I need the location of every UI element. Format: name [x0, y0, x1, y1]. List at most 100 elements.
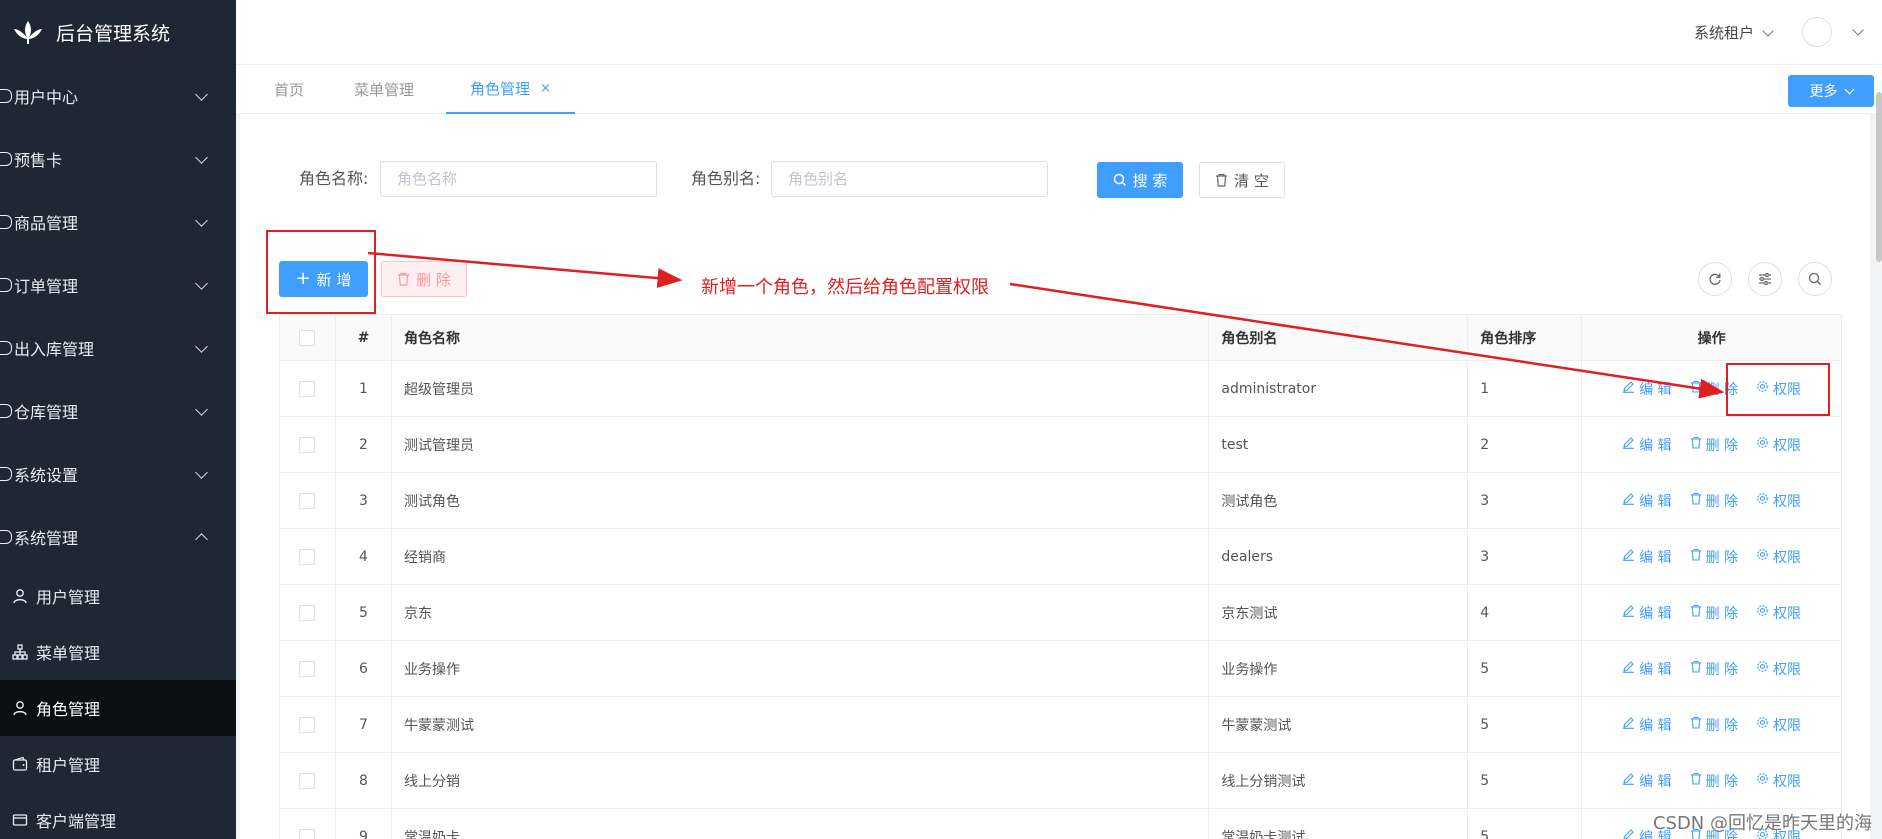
sidebar-subitem[interactable]: 租户管理	[0, 736, 236, 792]
row-select[interactable]	[280, 585, 336, 640]
sidebar-item-label: 出入库管理	[14, 339, 95, 359]
header-select-all[interactable]	[280, 315, 336, 360]
sidebar-item[interactable]: 系统设置	[0, 442, 236, 505]
tab-label: 菜单管理	[354, 81, 415, 99]
close-icon[interactable]: ×	[540, 81, 551, 96]
role-name-label: 角色名称:	[299, 169, 369, 188]
role-name-input[interactable]: 角色名称	[380, 161, 657, 197]
delete-button[interactable]: 删 除	[1690, 547, 1738, 567]
checkbox[interactable]	[299, 772, 316, 789]
edit-button[interactable]: 编 辑	[1622, 435, 1672, 455]
sidebar-item-label: 用户中心	[14, 87, 79, 107]
clear-button[interactable]: 清 空	[1199, 162, 1285, 198]
row-select[interactable]	[280, 697, 336, 752]
checkbox[interactable]	[299, 716, 316, 733]
permission-button[interactable]: 权限	[1756, 715, 1801, 735]
delete-button[interactable]: 删 除	[1690, 715, 1738, 735]
checkbox[interactable]	[299, 492, 316, 509]
checkbox[interactable]	[299, 548, 316, 565]
permission-button[interactable]: 权限	[1756, 659, 1801, 679]
sidebar-subitem[interactable]: 用户管理	[0, 568, 236, 624]
permission-button[interactable]: 权限	[1756, 491, 1801, 511]
menu-icon	[0, 214, 12, 229]
row-role-alias: 业务操作	[1209, 641, 1469, 696]
page-scrollbar[interactable]	[1876, 92, 1882, 262]
menu-icon	[0, 340, 12, 355]
edit-button[interactable]: 编 辑	[1622, 547, 1672, 567]
tab-role-management[interactable]: 角色管理 ×	[446, 65, 575, 114]
row-select[interactable]	[280, 417, 336, 472]
delete-label: 删 除	[1705, 605, 1739, 622]
row-select[interactable]	[280, 641, 336, 696]
sidebar-subitem[interactable]: 菜单管理	[0, 624, 236, 680]
sidebar-item[interactable]: 系统管理	[0, 505, 236, 568]
avatar[interactable]	[1802, 17, 1832, 47]
sidebar-subitem[interactable]: 角色管理	[0, 680, 236, 736]
tab-home[interactable]: 首页	[274, 65, 304, 114]
sidebar-item[interactable]: 用户中心	[0, 64, 236, 127]
delete-button[interactable]: 删 除	[1690, 771, 1738, 791]
edit-button[interactable]: 编 辑	[1622, 603, 1672, 623]
user-icon	[12, 700, 28, 716]
row-role-alias: test	[1209, 417, 1469, 472]
edit-icon	[1622, 436, 1635, 453]
refresh-button[interactable]	[1698, 262, 1732, 296]
sidebar-subitem[interactable]: 客户端管理	[0, 792, 236, 839]
checkbox[interactable]	[299, 660, 316, 677]
row-index: 4	[336, 529, 392, 584]
trash-icon	[1690, 380, 1702, 397]
annotation-text: 新增一个角色，然后给角色配置权限	[701, 277, 989, 298]
delete-button[interactable]: 删 除	[1690, 435, 1738, 455]
permission-button[interactable]: 权限	[1756, 547, 1801, 567]
batch-delete-button[interactable]: 删 除	[381, 261, 467, 297]
tab-menu-management[interactable]: 菜单管理	[354, 65, 414, 114]
sidebar-item[interactable]: 仓库管理	[0, 379, 236, 442]
chevron-down-icon	[195, 277, 208, 290]
edit-button[interactable]: 编 辑	[1622, 715, 1672, 735]
row-select[interactable]	[280, 361, 336, 416]
row-select[interactable]	[280, 529, 336, 584]
trash-icon	[1690, 604, 1702, 621]
permission-button[interactable]: 权限	[1756, 771, 1801, 791]
checkbox[interactable]	[299, 828, 316, 839]
sidebar-item[interactable]: 订单管理	[0, 253, 236, 316]
row-select[interactable]	[280, 753, 336, 808]
edit-label: 编 辑	[1639, 661, 1672, 678]
sidebar-item[interactable]: 预售卡	[0, 127, 236, 190]
trash-icon	[1216, 173, 1228, 187]
role-alias-input[interactable]: 角色别名	[771, 161, 1048, 197]
delete-button[interactable]: 删 除	[1690, 491, 1738, 511]
table-row: 6 业务操作 业务操作 5 编 辑删 除权限	[280, 641, 1842, 697]
checkbox[interactable]	[299, 604, 316, 621]
gear-icon	[1756, 716, 1769, 733]
trash-icon	[1690, 436, 1702, 453]
more-button[interactable]: 更多	[1788, 75, 1874, 107]
sidebar-item[interactable]: 出入库管理	[0, 316, 236, 379]
checkbox[interactable]	[299, 329, 316, 346]
logo[interactable]: 后台管理系统	[0, 0, 236, 64]
table-row: 4 经销商 dealers 3 编 辑 删 除 权限	[280, 529, 1842, 585]
gear-icon	[1756, 548, 1769, 565]
sidebar-menu: 用户中心预售卡 商品管理 订单管理出入库管理仓库管理 系统设置 系统管理	[0, 64, 236, 568]
row-role-sort: 5	[1468, 641, 1583, 696]
edit-button[interactable]: 编 辑	[1622, 771, 1672, 791]
checkbox[interactable]	[299, 380, 316, 397]
edit-button[interactable]: 编 辑	[1622, 379, 1672, 399]
delete-button[interactable]: 删 除	[1690, 659, 1738, 679]
sidebar-item[interactable]: 商品管理	[0, 190, 236, 253]
toggle-search-button[interactable]	[1798, 262, 1832, 296]
permission-button[interactable]: 权限	[1756, 603, 1801, 623]
tenant-dropdown[interactable]: 系统租户	[1694, 22, 1774, 43]
chevron-down-icon[interactable]	[1852, 24, 1864, 36]
delete-button[interactable]: 删 除	[1690, 603, 1738, 623]
checkbox[interactable]	[299, 436, 316, 453]
edit-button[interactable]: 编 辑	[1622, 491, 1672, 511]
edit-button[interactable]: 编 辑	[1622, 659, 1672, 679]
search-button[interactable]: 搜 索	[1097, 162, 1183, 198]
row-select[interactable]	[280, 473, 336, 528]
delete-label: 删 除	[1705, 549, 1739, 566]
sidebar: 后台管理系统 用户中心 预售卡 商品管理 订单管理 出入库管理 仓库管理 系统设置 系统管理 …	[0, 0, 236, 839]
column-settings-button[interactable]	[1748, 262, 1782, 296]
row-select[interactable]	[280, 809, 336, 839]
permission-button[interactable]: 权限	[1756, 435, 1801, 455]
